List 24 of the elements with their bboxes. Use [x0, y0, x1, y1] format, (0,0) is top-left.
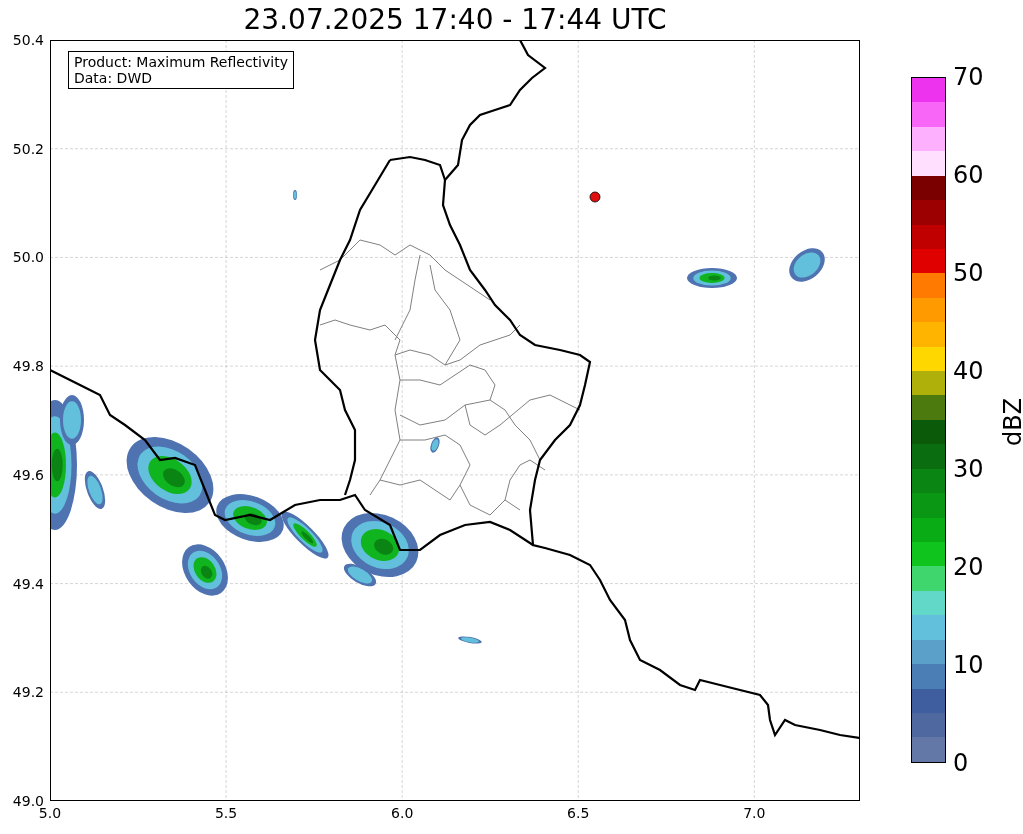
colorbar-tick-label: 60 [953, 162, 984, 188]
colorbar-tick-label: 20 [953, 554, 984, 580]
colorbar-tick-label: 0 [953, 750, 969, 776]
y-axis-label: 49.6 [12, 466, 44, 483]
colorbar-tick-label: 50 [953, 260, 984, 286]
x-axis-label: 6.0 [391, 805, 414, 821]
colorbar-tick-label: 40 [953, 358, 984, 384]
x-axis-label: 7.0 [743, 805, 766, 821]
colorbar-tick-label: 10 [953, 652, 984, 678]
location-marker [589, 191, 601, 203]
x-axis-label: 6.5 [567, 805, 590, 821]
colorbar-label: dBZ [1000, 397, 1023, 447]
y-axis-label: 50.2 [12, 140, 44, 157]
chart-title: 23.07.2025 17:40 - 17:44 UTC [243, 3, 667, 37]
colorbar-tick-label: 70 [953, 64, 984, 90]
y-axis-label: 49.4 [12, 575, 44, 592]
x-axis-label: 5.5 [214, 805, 238, 821]
y-axis-label: 49.2 [12, 684, 44, 701]
info-text: Product: Maximum Reflectivity [74, 54, 288, 70]
y-axis-label: 50.0 [12, 249, 44, 266]
colorbar-tick-label: 30 [953, 456, 984, 482]
y-axis-label: 50.4 [12, 32, 44, 48]
info-text: Data: DWD [74, 70, 153, 86]
y-axis-label: 49.8 [12, 358, 44, 375]
